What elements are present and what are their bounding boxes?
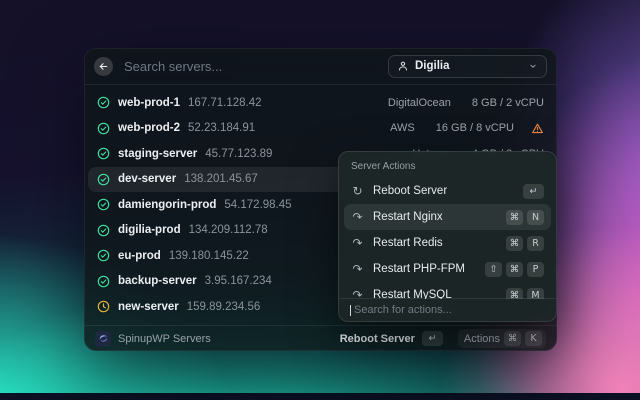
server-name: eu-prod — [118, 249, 161, 262]
server-ip: 52.23.184.91 — [187, 122, 256, 135]
server-name: staging-server — [118, 147, 198, 160]
check-circle-icon — [97, 173, 110, 186]
server-ip: 45.77.123.89 — [205, 147, 273, 160]
check-circle-icon — [97, 198, 110, 211]
server-ip: 167.71.128.42 — [187, 96, 262, 109]
server-ip: 138.201.45.67 — [184, 173, 258, 186]
menu-items: ↻ Reboot Server ↵ ↷ Restart Nginx ⌘ N ↷ … — [344, 178, 551, 299]
server-actions-menu: Server Actions ↻ Reboot Server ↵ ↷ Resta… — [338, 151, 557, 322]
check-circle-icon — [97, 224, 110, 237]
command-palette-window: Digilia web-prod-1 167.71.128.42 Digital… — [84, 48, 557, 351]
menu-item-restart-nginx[interactable]: ↷ Restart Nginx ⌘ N — [344, 204, 551, 230]
menu-title: Server Actions — [351, 161, 416, 172]
clock-icon — [97, 300, 110, 313]
server-provider: AWS — [390, 122, 415, 135]
restart-icon: ↷ — [352, 210, 363, 224]
menu-item-restart-redis[interactable]: ↷ Restart Redis ⌘ R — [344, 230, 551, 256]
shift-key-badge: ⇧ — [485, 261, 502, 277]
server-specs: 16 GB / 8 vCPU — [435, 122, 514, 135]
reboot-icon: ↻ — [352, 184, 363, 198]
palette-header: Digilia — [84, 48, 557, 85]
n-key-badge: N — [527, 209, 544, 225]
person-icon — [397, 60, 409, 72]
cmd-key-badge: ⌘ — [506, 261, 523, 277]
restart-icon: ↷ — [352, 236, 363, 250]
cmd-key-badge: ⌘ — [506, 209, 523, 225]
check-circle-icon — [97, 96, 110, 109]
actions-search-input[interactable] — [352, 303, 545, 317]
footer-actions-button[interactable]: Actions ⌘ K — [457, 329, 546, 348]
server-provider: DigitalOcean — [387, 96, 451, 109]
server-name: web-prod-2 — [118, 122, 180, 135]
actions-search-bar — [339, 298, 556, 321]
app-name: SpinupWP Servers — [118, 332, 211, 345]
server-name: digilia-prod — [118, 224, 181, 237]
r-key-badge: R — [527, 235, 544, 251]
server-name: damiengorin-prod — [118, 198, 217, 211]
palette-footer: SpinupWP Servers Reboot Server ↵ Actions… — [84, 325, 557, 351]
p-key-badge: P — [527, 261, 544, 277]
server-name: web-prod-1 — [118, 96, 180, 109]
server-name: backup-server — [118, 275, 197, 288]
account-dropdown[interactable]: Digilia — [388, 54, 547, 78]
footer-primary-action[interactable]: Reboot Server — [340, 333, 415, 345]
menu-item-label: Reboot Server — [373, 185, 448, 197]
menu-item-reboot-server[interactable]: ↻ Reboot Server ↵ — [344, 178, 551, 204]
server-row-web-prod-2[interactable]: web-prod-2 52.23.184.91 AWS 16 GB / 8 vC… — [88, 116, 553, 142]
menu-item-label: Restart Nginx — [373, 211, 443, 223]
warning-triangle-icon — [531, 122, 544, 135]
return-key-badge: ↵ — [421, 331, 443, 346]
text-cursor — [350, 304, 351, 316]
server-specs: 8 GB / 2 vCPU — [471, 96, 544, 109]
return-key-badge: ↵ — [523, 183, 544, 199]
menu-item-label: Restart Redis — [373, 237, 443, 249]
back-button[interactable] — [94, 56, 113, 76]
chevron-down-icon — [528, 61, 538, 71]
check-circle-icon — [97, 249, 110, 262]
server-ip: 54.172.98.45 — [224, 198, 292, 211]
menu-item-restart-php-fpm[interactable]: ↷ Restart PHP-FPM ⇧ ⌘ P — [344, 256, 551, 282]
server-ip: 3.95.167.234 — [204, 275, 272, 288]
account-name: Digilia — [415, 60, 450, 72]
back-arrow-icon — [98, 61, 109, 72]
server-row-web-prod-1[interactable]: web-prod-1 167.71.128.42 DigitalOcean 8 … — [88, 90, 553, 116]
server-ip: 159.89.234.56 — [186, 300, 261, 313]
menu-item-label: Restart PHP-FPM — [373, 263, 466, 275]
cmd-key-badge: ⌘ — [506, 235, 523, 251]
check-circle-icon — [97, 147, 110, 160]
check-circle-icon — [97, 275, 110, 288]
server-ip: 139.180.145.22 — [168, 249, 249, 262]
server-ip: 134.209.112.78 — [188, 224, 268, 237]
menu-item-restart-mysql[interactable]: ↷ Restart MySQL ⌘ M — [344, 282, 551, 299]
server-name: dev-server — [118, 173, 177, 186]
cmd-key-badge: ⌘ — [504, 331, 521, 346]
restart-icon: ↷ — [352, 262, 363, 276]
k-key-badge: K — [525, 331, 542, 346]
spinupwp-logo-icon — [95, 330, 111, 347]
search-input[interactable] — [122, 57, 379, 75]
check-circle-icon — [97, 122, 110, 135]
actions-label: Actions — [463, 332, 500, 345]
server-name: new-server — [118, 300, 179, 313]
